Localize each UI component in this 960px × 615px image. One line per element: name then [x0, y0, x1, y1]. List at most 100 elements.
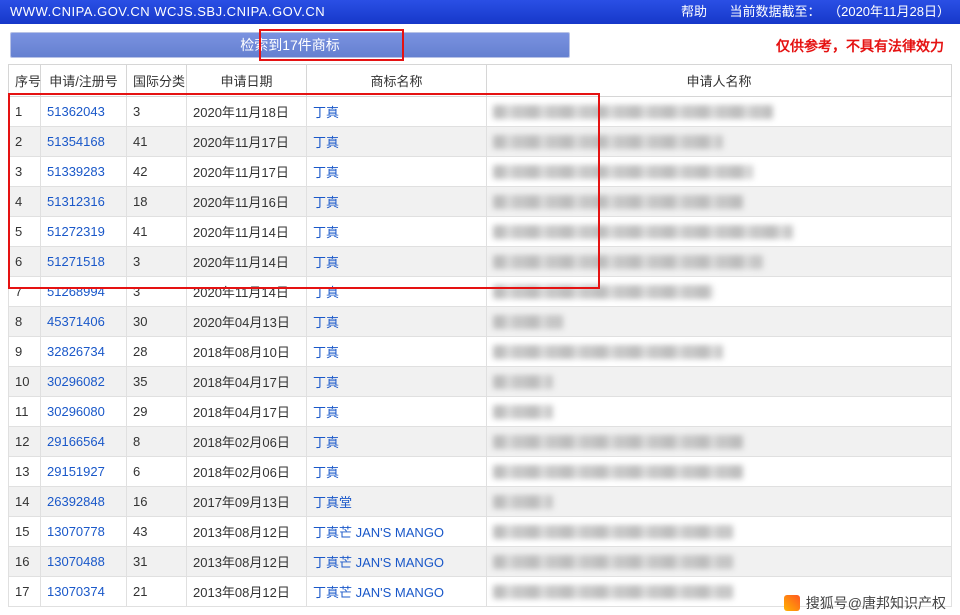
table-row: 1613070488312013年08月12日丁真芒 JAN'S MANGO	[9, 547, 952, 577]
cell-intl-class: 43	[127, 517, 187, 547]
cell-intl-class: 8	[127, 427, 187, 457]
cell-seq: 14	[9, 487, 41, 517]
cell-reg-no[interactable]: 26392848	[41, 487, 127, 517]
cell-applicant	[487, 247, 952, 277]
cell-apply-date: 2018年04月17日	[187, 397, 307, 427]
cell-mark-name[interactable]: 丁真	[307, 97, 487, 127]
cell-seq: 10	[9, 367, 41, 397]
cell-mark-name[interactable]: 丁真	[307, 217, 487, 247]
cell-applicant	[487, 337, 952, 367]
cell-intl-class: 30	[127, 307, 187, 337]
cell-mark-name[interactable]: 丁真	[307, 397, 487, 427]
cell-apply-date: 2020年11月17日	[187, 127, 307, 157]
cell-apply-date: 2020年11月14日	[187, 247, 307, 277]
cell-apply-date: 2013年08月12日	[187, 517, 307, 547]
cell-reg-no[interactable]: 51354168	[41, 127, 127, 157]
table-row: 75126899432020年11月14日丁真	[9, 277, 952, 307]
cell-applicant	[487, 187, 952, 217]
cell-seq: 3	[9, 157, 41, 187]
search-result-bar[interactable]: 检索到17件商标	[10, 32, 570, 58]
cell-apply-date: 2018年02月06日	[187, 427, 307, 457]
cell-seq: 15	[9, 517, 41, 547]
cell-mark-name[interactable]: 丁真	[307, 457, 487, 487]
redacted-applicant	[493, 255, 763, 269]
disclaimer-text: 仅供参考，不具有法律效力	[776, 32, 950, 56]
cell-mark-name[interactable]: 丁真	[307, 427, 487, 457]
cell-seq: 17	[9, 577, 41, 607]
help-link[interactable]: 帮助	[681, 4, 707, 19]
cell-intl-class: 35	[127, 367, 187, 397]
data-asof-label: 当前数据截至：	[729, 4, 820, 19]
cell-apply-date: 2013年08月12日	[187, 577, 307, 607]
cell-reg-no[interactable]: 13070374	[41, 577, 127, 607]
cell-reg-no[interactable]: 30296082	[41, 367, 127, 397]
redacted-applicant	[493, 105, 773, 119]
cell-applicant	[487, 277, 952, 307]
cell-apply-date: 2017年09月13日	[187, 487, 307, 517]
cell-reg-no[interactable]: 13070488	[41, 547, 127, 577]
table-row: 1030296082352018年04月17日丁真	[9, 367, 952, 397]
redacted-applicant	[493, 285, 713, 299]
col-apply-date: 申请日期	[187, 65, 307, 97]
cell-applicant	[487, 397, 952, 427]
cell-mark-name[interactable]: 丁真	[307, 127, 487, 157]
search-row: 检索到17件商标 仅供参考，不具有法律效力	[0, 24, 960, 64]
cell-applicant	[487, 97, 952, 127]
table-row: 932826734282018年08月10日丁真	[9, 337, 952, 367]
cell-reg-no[interactable]: 45371406	[41, 307, 127, 337]
cell-seq: 1	[9, 97, 41, 127]
cell-mark-name[interactable]: 丁真堂	[307, 487, 487, 517]
cell-reg-no[interactable]: 51271518	[41, 247, 127, 277]
col-applicant: 申请人名称	[487, 65, 952, 97]
cell-mark-name[interactable]: 丁真芒 JAN'S MANGO	[307, 547, 487, 577]
table-row: 1513070778432013年08月12日丁真芒 JAN'S MANGO	[9, 517, 952, 547]
cell-mark-name[interactable]: 丁真芒 JAN'S MANGO	[307, 577, 487, 607]
cell-reg-no[interactable]: 29151927	[41, 457, 127, 487]
cell-mark-name[interactable]: 丁真	[307, 307, 487, 337]
cell-mark-name[interactable]: 丁真	[307, 157, 487, 187]
table-row: 132915192762018年02月06日丁真	[9, 457, 952, 487]
cell-mark-name[interactable]: 丁真	[307, 337, 487, 367]
results-table: 序号 申请/注册号 国际分类 申请日期 商标名称 申请人名称 151362043…	[8, 64, 952, 607]
cell-intl-class: 41	[127, 217, 187, 247]
redacted-applicant	[493, 195, 743, 209]
redacted-applicant	[493, 435, 743, 449]
cell-reg-no[interactable]: 13070778	[41, 517, 127, 547]
cell-mark-name[interactable]: 丁真芒 JAN'S MANGO	[307, 517, 487, 547]
cell-reg-no[interactable]: 32826734	[41, 337, 127, 367]
cell-intl-class: 18	[127, 187, 187, 217]
redacted-applicant	[493, 555, 733, 569]
cell-seq: 8	[9, 307, 41, 337]
cell-seq: 6	[9, 247, 41, 277]
cell-intl-class: 41	[127, 127, 187, 157]
redacted-applicant	[493, 315, 563, 329]
cell-reg-no[interactable]: 29166564	[41, 427, 127, 457]
col-reg-no: 申请/注册号	[41, 65, 127, 97]
table-row: 1130296080292018年04月17日丁真	[9, 397, 952, 427]
cell-applicant	[487, 547, 952, 577]
cell-intl-class: 3	[127, 277, 187, 307]
cell-mark-name[interactable]: 丁真	[307, 277, 487, 307]
cell-reg-no[interactable]: 51272319	[41, 217, 127, 247]
redacted-applicant	[493, 375, 553, 389]
col-seq: 序号	[9, 65, 41, 97]
cell-mark-name[interactable]: 丁真	[307, 247, 487, 277]
cell-mark-name[interactable]: 丁真	[307, 187, 487, 217]
cell-reg-no[interactable]: 51339283	[41, 157, 127, 187]
search-result-text: 检索到17件商标	[240, 37, 340, 53]
table-row: 122916656482018年02月06日丁真	[9, 427, 952, 457]
cell-seq: 7	[9, 277, 41, 307]
cell-mark-name[interactable]: 丁真	[307, 367, 487, 397]
cell-reg-no[interactable]: 51362043	[41, 97, 127, 127]
redacted-applicant	[493, 135, 723, 149]
cell-reg-no[interactable]: 51268994	[41, 277, 127, 307]
cell-reg-no[interactable]: 51312316	[41, 187, 127, 217]
cell-apply-date: 2020年11月17日	[187, 157, 307, 187]
cell-apply-date: 2020年11月14日	[187, 277, 307, 307]
top-bar: WWW.CNIPA.GOV.CN WCJS.SBJ.CNIPA.GOV.CN 帮…	[0, 0, 960, 24]
cell-seq: 5	[9, 217, 41, 247]
cell-applicant	[487, 367, 952, 397]
cell-seq: 4	[9, 187, 41, 217]
cell-reg-no[interactable]: 30296080	[41, 397, 127, 427]
data-asof-value: （2020年11月28日）	[828, 4, 950, 19]
